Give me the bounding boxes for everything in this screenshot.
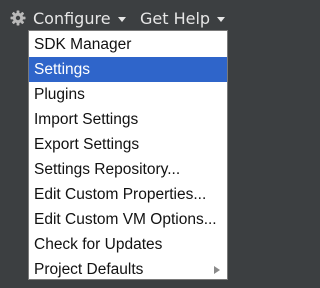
welcome-toolbar: Configure Get Help	[0, 0, 252, 34]
menu-item-plugins[interactable]: Plugins	[29, 82, 227, 107]
menu-item-edit-custom-vm-options[interactable]: Edit Custom VM Options...	[29, 207, 227, 232]
configure-dropdown-menu: SDK Manager Settings Plugins Import Sett…	[28, 30, 228, 280]
menu-item-settings[interactable]: Settings	[29, 57, 227, 82]
menu-item-check-for-updates[interactable]: Check for Updates	[29, 232, 227, 257]
configure-label: Configure	[33, 8, 111, 28]
get-help-menu-button[interactable]: Get Help	[140, 7, 226, 29]
menu-item-settings-repository[interactable]: Settings Repository...	[29, 157, 227, 182]
menu-item-edit-custom-properties[interactable]: Edit Custom Properties...	[29, 182, 227, 207]
configure-menu-button[interactable]: Configure	[10, 7, 126, 29]
menu-item-export-settings[interactable]: Export Settings	[29, 132, 227, 157]
chevron-down-icon	[217, 17, 226, 22]
menu-item-import-settings[interactable]: Import Settings	[29, 107, 227, 132]
menu-item-project-defaults[interactable]: Project Defaults	[29, 257, 227, 282]
get-help-label: Get Help	[140, 8, 211, 28]
menu-item-sdk-manager[interactable]: SDK Manager	[29, 32, 227, 57]
background-strip	[0, 280, 252, 288]
menu-item-label: Project Defaults	[34, 261, 144, 278]
gear-icon	[10, 10, 26, 26]
chevron-down-icon	[117, 17, 126, 22]
submenu-arrow-icon	[214, 266, 220, 274]
